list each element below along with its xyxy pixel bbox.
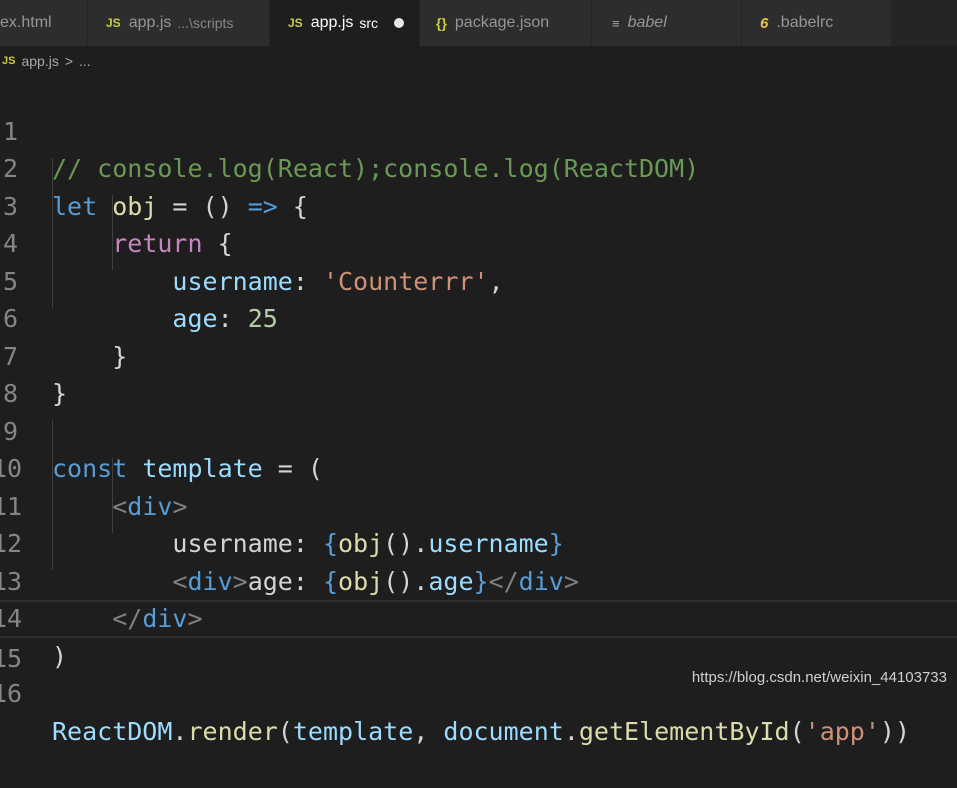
unsaved-dot-icon[interactable] [394,18,405,28]
code-line: 10 <div> [0,413,957,521]
js-file-icon: JS [2,55,16,67]
code-editor[interactable]: 1 // console.log(React);console.log(Reac… [0,75,957,746]
tab-description: ...\scripts [177,15,234,31]
breadcrumb-more[interactable]: ... [79,53,91,69]
line-number: 16 [0,679,23,708]
code-line: 4 username: 'Counterrr', [0,188,957,296]
file-lines-icon: ≡ [612,15,620,31]
punctuation: . [172,716,188,746]
tab-label: ex.html [0,14,52,31]
tab-babel[interactable]: ≡ babel [592,0,742,46]
code-line: 1 // console.log(React);console.log(Reac… [0,75,957,184]
punctuation: )) [879,716,911,746]
string-literal: 'app' [804,716,880,746]
code-text: ReactDOM.render(template, document.getEl… [52,713,910,751]
tab-description: src [359,15,379,31]
identifier: ReactDOM [52,716,173,746]
breadcrumb: JS app.js > ... [0,48,957,74]
code-line: 8 [0,338,957,408]
code-line: 7 } [0,300,957,409]
identifier: template [292,716,414,746]
code-line: 11 username: {obj().username} [0,450,957,559]
js-file-icon: JS [288,16,303,30]
tab-package-json[interactable]: {} package.json [420,0,592,46]
function-name: render [187,716,278,746]
chevron-right-icon: > [64,53,74,69]
code-line: 13 </div> [0,525,957,634]
punctuation: , [413,716,444,746]
tab-label: app.js [128,14,172,31]
punctuation: . [563,716,579,746]
breadcrumb-file[interactable]: app.js [21,53,58,69]
code-line: 12 <div>age: {obj().age}</div> [0,488,957,596]
code-line: 2 let obj = () => { [0,113,957,221]
tab-babelrc[interactable]: 6 .babelrc [742,0,892,46]
current-line: 15 [0,600,957,673]
function-name: getElementById [578,716,790,746]
tab-bar: ex.html JS app.js ...\scripts JS app.js … [0,0,957,46]
punctuation: ( [789,716,805,746]
js-file-icon: JS [106,16,121,30]
code-line: 3 return { [0,150,957,259]
code-line: 14 ) [0,563,957,671]
babelrc-file-icon: 6 [760,14,769,32]
watermark-url: https://blog.csdn.net/weixin_44103733 [691,669,947,686]
code-line: 5 age: 25 [0,225,957,334]
tab-label: babel [627,14,667,31]
tab-label: .babelrc [776,14,834,31]
tab-label: package.json [454,14,550,31]
tab-index-html[interactable]: ex.html [0,0,88,46]
tab-label: app.js [310,14,354,31]
punctuation: ( [277,716,293,746]
identifier: document [443,716,564,746]
code-line: 9 const template = ( [0,375,957,484]
json-file-icon: {} [436,15,447,31]
code-line: 6 } [0,263,957,371]
tab-app-js-scripts[interactable]: JS app.js ...\scripts [88,0,270,46]
tab-app-js-src[interactable]: JS app.js src [270,0,420,46]
